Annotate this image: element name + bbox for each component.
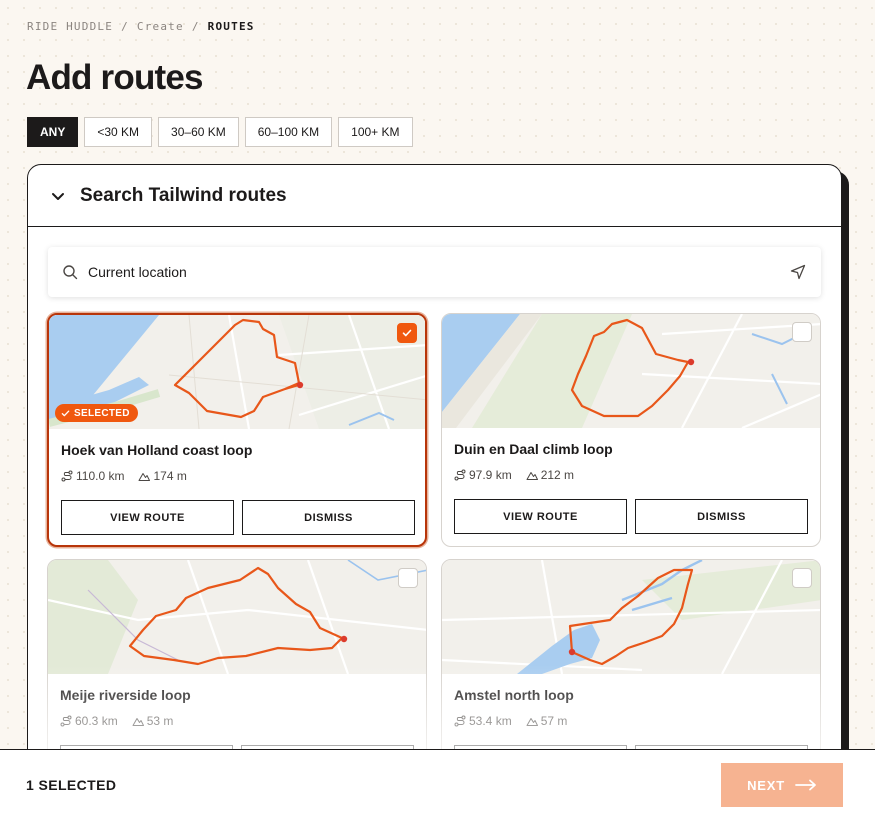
selected-badge: SELECTED (55, 404, 138, 422)
route-elevation: 174 m (153, 469, 187, 483)
route-name: Meije riverside loop (60, 687, 191, 703)
filter-60-100[interactable]: 60–100 KM (244, 117, 333, 147)
route-card[interactable]: Duin en Daal climb loop 97.9 km 212 m VI… (441, 313, 821, 547)
breadcrumb-current: ROUTES (207, 20, 255, 33)
next-button-label: NEXT (747, 777, 785, 793)
dismiss-button[interactable]: DISMISS (242, 500, 415, 535)
elevation-stat: 53 m (132, 714, 174, 728)
route-stats: 97.9 km 212 m (454, 468, 574, 482)
panel-header[interactable]: Search Tailwind routes (28, 165, 841, 227)
location-search-bar (48, 247, 821, 297)
route-distance: 97.9 km (469, 468, 512, 482)
footer-bar: 1 SELECTED NEXT (0, 749, 875, 817)
route-checkbox[interactable] (792, 322, 812, 342)
distance-stat: 97.9 km (454, 468, 512, 482)
route-distance-icon (454, 469, 466, 481)
breadcrumb-root[interactable]: RIDE HUDDLE (27, 20, 113, 33)
search-routes-panel: Search Tailwind routes Current location … (27, 164, 842, 784)
route-elevation: 57 m (540, 714, 568, 728)
route-card[interactable]: SELECTED Hoek van Holland coast loop 110… (47, 313, 427, 547)
filter-any[interactable]: ANY (27, 117, 79, 147)
distance-stat: 110.0 km (61, 469, 124, 483)
elevation-stat: 174 m (138, 469, 187, 483)
view-route-button[interactable]: VIEW ROUTE (454, 499, 627, 534)
filter-under-30[interactable]: <30 KM (84, 117, 153, 147)
next-button[interactable]: NEXT (721, 763, 843, 807)
search-icon (62, 264, 78, 280)
page-title: Add routes (26, 58, 204, 97)
elevation-icon (526, 718, 538, 726)
checkmark-icon (61, 409, 70, 416)
location-search-input[interactable] (86, 263, 789, 281)
route-checkbox[interactable] (792, 568, 812, 588)
distance-stat: 53.4 km (454, 714, 512, 728)
filter-30-60[interactable]: 30–60 KM (158, 117, 239, 147)
route-stats: 110.0 km 174 m (61, 469, 187, 483)
selected-badge-label: SELECTED (74, 407, 130, 419)
elevation-stat: 57 m (526, 714, 568, 728)
location-arrow-icon[interactable] (789, 263, 807, 281)
route-distance-icon (454, 715, 466, 727)
breadcrumb: RIDE HUDDLE / Create / ROUTES (27, 20, 255, 33)
route-name: Duin en Daal climb loop (454, 441, 613, 457)
elevation-icon (132, 718, 144, 726)
dismiss-button[interactable]: DISMISS (635, 499, 808, 534)
elevation-icon (526, 472, 538, 480)
selected-count: 1 SELECTED (26, 777, 117, 793)
elevation-stat: 212 m (526, 468, 574, 482)
breadcrumb-create[interactable]: Create (137, 20, 184, 33)
checkmark-icon (402, 329, 412, 337)
elevation-icon (138, 473, 151, 481)
view-route-button[interactable]: VIEW ROUTE (61, 500, 234, 535)
route-distance-icon (61, 470, 73, 482)
route-stats: 53.4 km 57 m (454, 714, 567, 728)
route-map (442, 560, 820, 674)
panel-title: Search Tailwind routes (80, 184, 287, 206)
route-distance: 110.0 km (76, 469, 125, 483)
route-stats: 60.3 km 53 m (60, 714, 173, 728)
distance-filters: ANY <30 KM 30–60 KM 60–100 KM 100+ KM (27, 117, 413, 147)
chevron-down-icon[interactable] (50, 188, 66, 204)
route-checkbox[interactable] (397, 323, 417, 343)
route-distance-icon (60, 715, 72, 727)
route-distance: 53.4 km (469, 714, 512, 728)
filter-100-plus[interactable]: 100+ KM (338, 117, 413, 147)
arrow-right-icon (795, 779, 816, 791)
route-name: Amstel north loop (454, 687, 574, 703)
route-elevation: 212 m (540, 468, 575, 482)
distance-stat: 60.3 km (60, 714, 118, 728)
route-elevation: 53 m (146, 714, 174, 728)
route-name: Hoek van Holland coast loop (61, 442, 253, 458)
route-checkbox[interactable] (398, 568, 418, 588)
route-map (442, 314, 820, 428)
route-map (48, 560, 426, 674)
route-distance: 60.3 km (75, 714, 118, 728)
